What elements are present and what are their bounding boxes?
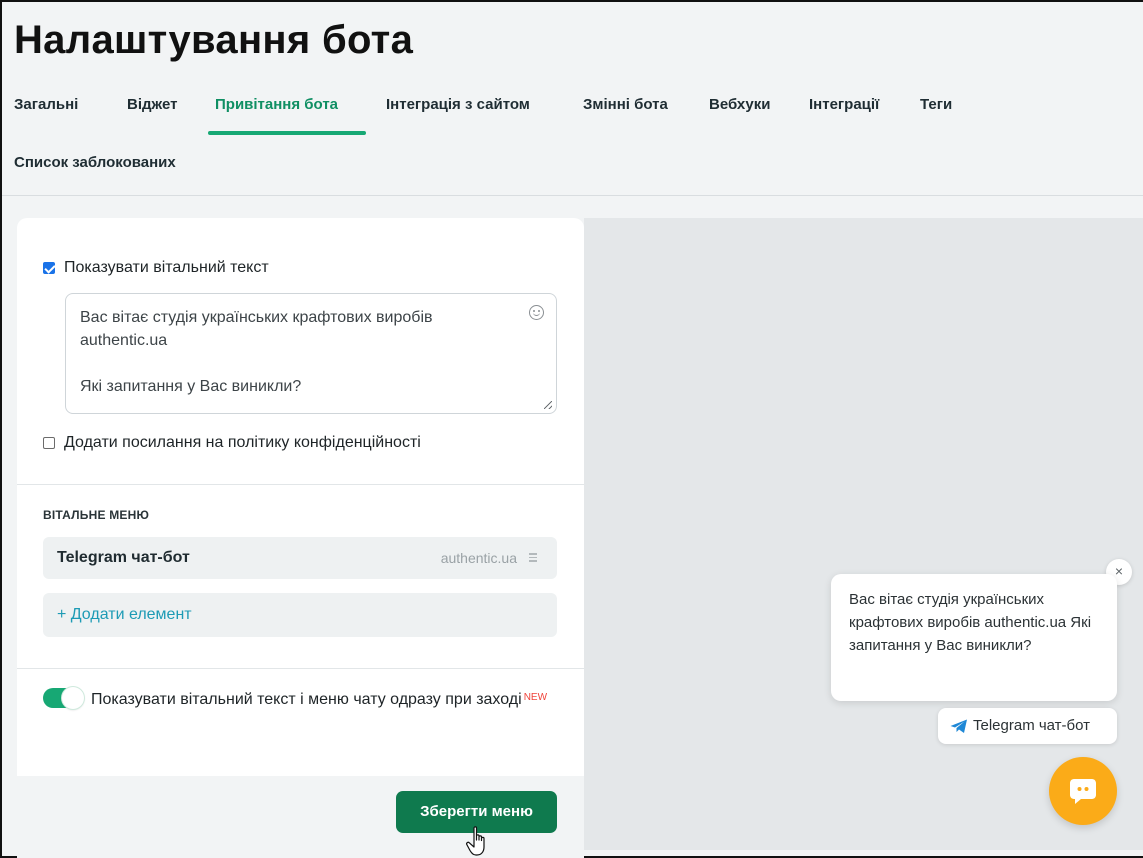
drag-handle-icon[interactable]	[529, 553, 537, 562]
resize-handle-icon[interactable]	[544, 401, 552, 409]
tab-site-integration[interactable]: Інтеграція з сайтом	[386, 96, 530, 113]
hand-cursor-icon	[466, 826, 485, 856]
chat-bubble-icon	[1070, 779, 1096, 804]
emoji-icon[interactable]	[529, 305, 544, 320]
show-welcome-text-label: Показувати вітальний текст	[64, 259, 269, 276]
tab-widget[interactable]: Віджет	[127, 96, 177, 113]
menu-item-domain: authentic.ua	[440, 550, 517, 566]
add-menu-item-label: + Додати елемент	[57, 606, 192, 623]
divider	[17, 668, 584, 669]
welcome-text-line: Вас вітає студія українських крафтових в…	[80, 309, 433, 326]
tab-webhooks[interactable]: Вебхуки	[709, 96, 770, 113]
show-on-entry-text: Показувати вітальний текст і меню чату о…	[91, 691, 522, 708]
privacy-policy-checkbox[interactable]	[43, 437, 55, 449]
app-window: Налаштування бота Загальні Віджет Привіт…	[0, 0, 1143, 858]
tabs-divider	[2, 195, 1143, 196]
tab-tags[interactable]: Теги	[920, 96, 952, 113]
add-menu-item-button[interactable]: + Додати елемент	[43, 593, 557, 637]
show-welcome-text-checkbox[interactable]	[43, 262, 55, 274]
active-tab-indicator	[208, 131, 366, 135]
tab-blocked-list[interactable]: Список заблокованих	[14, 154, 176, 171]
show-on-entry-toggle[interactable]	[43, 687, 84, 709]
privacy-policy-label: Додати посилання на політику конфіденцій…	[64, 434, 421, 451]
tab-bot-variables[interactable]: Змінні бота	[583, 96, 668, 113]
preview-menu-chip-label: Telegram чат-бот	[973, 717, 1091, 734]
telegram-plane-icon	[950, 719, 967, 733]
tab-general[interactable]: Загальні	[14, 96, 78, 113]
welcome-text-line	[80, 352, 542, 375]
welcome-text-line: Які запитання у Вас виникли?	[80, 378, 302, 395]
new-badge: NEW	[523, 692, 548, 703]
chat-launcher-button[interactable]	[1049, 757, 1117, 825]
tab-integrations[interactable]: Інтеграції	[809, 96, 879, 113]
tab-bot-greeting[interactable]: Привітання бота	[215, 96, 338, 113]
divider	[17, 484, 584, 485]
welcome-text-line: authentic.ua	[80, 332, 168, 349]
menu-item[interactable]: Telegram чат-бот authentic.ua	[43, 537, 557, 579]
welcome-text-input[interactable]: Вас вітає студія українських крафтових в…	[65, 293, 557, 414]
preview-panel	[584, 218, 1143, 850]
show-on-entry-label: Показувати вітальний текст і меню чату о…	[91, 688, 551, 711]
preview-welcome-bubble: Вас вітає студія українських крафтових в…	[831, 574, 1117, 701]
welcome-menu-title: ВІТАЛЬНЕ МЕНЮ	[43, 508, 150, 522]
menu-item-title: Telegram чат-бот	[57, 549, 190, 566]
page-title: Налаштування бота	[14, 18, 414, 62]
preview-menu-chip[interactable]: Telegram чат-бот	[938, 708, 1117, 744]
